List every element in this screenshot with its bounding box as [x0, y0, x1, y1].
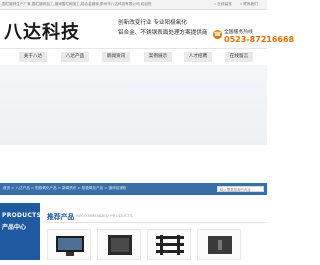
sidebar-title-en: PRODUCTS: [2, 212, 42, 219]
nav-message[interactable]: 在线留言: [225, 52, 253, 62]
phone-icon: ☎: [213, 30, 222, 39]
product-thumb[interactable]: [147, 229, 191, 260]
product-image: [208, 236, 232, 254]
nav-news[interactable]: 新闻资讯: [102, 52, 130, 62]
link-contact[interactable]: » 联系我们: [240, 1, 258, 7]
main-nav: 关于八达 八达产品 新闻资讯 案例展示 人才招聘 在线留言: [0, 48, 267, 66]
banner: [0, 65, 267, 145]
products-title: 推荐产品: [47, 213, 75, 221]
search-input[interactable]: 输入需要搜索的内容: [217, 186, 264, 192]
product-image: [108, 235, 132, 255]
nav-jobs[interactable]: 人才招聘: [184, 52, 212, 62]
product-thumb[interactable]: [97, 229, 141, 260]
logo[interactable]: 八达科技: [4, 18, 80, 44]
hotline-number: 0523-87216668: [224, 35, 295, 44]
sidebar-title: 产品中心: [2, 224, 27, 231]
slogan-line2: 铝合金、不锈钢表面处理方案提供商: [118, 30, 208, 36]
product-image: [56, 236, 84, 256]
breadcrumb: 首页 > 八达产品 > 阳极氧化产品 > 新闻资讯 > 阳极氧化产品 > 镀锌铝…: [3, 186, 127, 190]
nav-products[interactable]: 八达产品: [61, 52, 89, 62]
nav-cases[interactable]: 案例展示: [144, 52, 172, 62]
nav-about[interactable]: 关于八达: [19, 52, 47, 62]
products-subtitle: RECOMMENDED PRODUCTS: [76, 213, 133, 218]
top-strip: 围栏镀锌生产厂家,围栏镀锌加工,镀锌围栏网加工,铝合金镀锌,泰州市八达科技有限公…: [0, 0, 267, 10]
slogan-line1: 创新改变行业 专业阳极氧化: [118, 20, 187, 26]
hotline-label: 全国服务热线: [224, 30, 253, 35]
product-image: [156, 235, 184, 255]
product-thumb[interactable]: [197, 229, 241, 260]
product-category-box: PRODUCTS 产品中心: [0, 203, 42, 260]
link-message[interactable]: » 在线留言: [214, 1, 232, 7]
product-thumb[interactable]: [47, 229, 91, 260]
welcome-text: 围栏镀锌生产厂家,围栏镀锌加工,镀锌围栏网加工,铝合金镀锌,泰州市八达科技有限公…: [2, 2, 152, 6]
divider: [46, 222, 267, 223]
